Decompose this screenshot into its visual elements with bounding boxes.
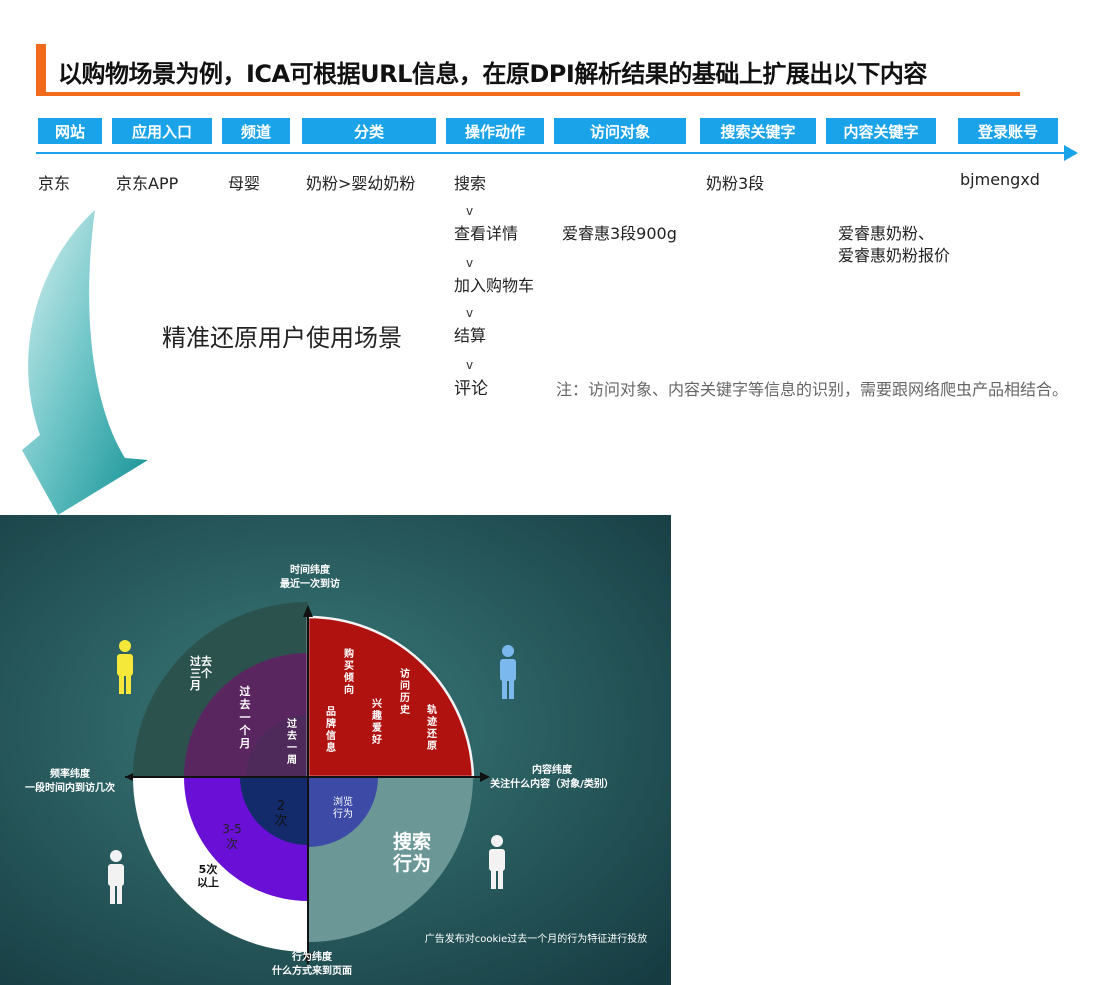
title-underline — [36, 92, 1020, 96]
action-view-detail: 查看详情 — [454, 224, 519, 243]
title-accent-bar — [36, 44, 46, 96]
content-visit-history: 访问历史 — [400, 667, 411, 716]
header-category: 分类 — [302, 118, 436, 144]
action-search: 搜索 — [454, 174, 487, 193]
cell-app: 京东APP — [116, 174, 179, 193]
header-content-keyword: 内容关键字 — [826, 118, 936, 144]
right-axis-sub: 关注什么内容（对象/类别） — [490, 777, 614, 790]
left-axis-title: 频率纬度 — [50, 767, 91, 780]
browse-label: 浏览行为 — [333, 795, 353, 820]
header-action: 操作动作 — [446, 118, 544, 144]
page-title: 以购物场景为例，ICA可根据URL信息，在原DPI解析结果的基础上扩展出以下内容 — [58, 60, 927, 88]
action-review: 评论 — [454, 379, 488, 399]
diagram-caption: 广告发布对cookie过去一个月的行为特征进行投放 — [425, 932, 647, 945]
header-app-entry: 应用入口 — [112, 118, 212, 144]
cell-content-keyword-2: 爱睿惠奶粉报价 — [838, 246, 951, 265]
footnote: 注：访问对象、内容关键字等信息的识别，需要跟网络爬虫产品相结合。 — [556, 380, 1069, 399]
timeline-arrowhead — [1064, 145, 1078, 161]
header-account: 登录账号 — [958, 118, 1058, 144]
action-add-cart: 加入购物车 — [454, 276, 535, 295]
search-label: 搜索行为 — [392, 830, 431, 875]
action-checkout: 结算 — [454, 326, 487, 345]
header-object: 访问对象 — [554, 118, 686, 144]
flow-arrow-2: v — [466, 256, 474, 270]
bottom-axis-sub: 什么方式来到页面 — [272, 964, 352, 977]
flow-arrow-4: v — [466, 358, 474, 372]
cell-search-keyword: 奶粉3段 — [706, 174, 765, 193]
bottom-axis-title: 行为纬度 — [291, 950, 333, 963]
time-inner-label: 过去一周 — [287, 717, 297, 766]
flow-arrow-3: v — [466, 306, 474, 320]
content-purchase-intent: 购买倾向 — [343, 647, 354, 696]
left-axis-sub: 一段时间内到访几次 — [25, 781, 115, 794]
freq-outer-label: 5次以上 — [197, 862, 219, 889]
timeline-axis — [36, 152, 1072, 154]
flow-arrow-1: v — [466, 204, 474, 218]
curved-down-arrow — [22, 210, 148, 515]
time-mid-label: 过去一个月 — [239, 684, 252, 750]
cell-object: 爱睿惠3段900g — [562, 224, 677, 243]
slide-title-bar: 以购物场景为例，ICA可根据URL信息，在原DPI解析结果的基础上扩展出以下内容 — [36, 44, 1020, 96]
user-profile-diagram: 时间纬度 最近一次到访 频率纬度 一段时间内到访几次 内容纬度 关注什么内容（对… — [0, 515, 671, 985]
scene-label: 精准还原用户使用场景 — [162, 324, 402, 352]
cell-content-keyword-1: 爱睿惠奶粉、 — [838, 224, 935, 243]
content-trace-restore: 轨迹还原 — [426, 703, 438, 752]
cell-category: 奶粉>婴幼奶粉 — [306, 174, 416, 193]
header-search-keyword: 搜索关键字 — [700, 118, 816, 144]
top-axis-title: 时间纬度 — [290, 563, 331, 576]
content-interests: 兴趣爱好 — [371, 697, 383, 746]
cell-site: 京东 — [38, 174, 71, 193]
cell-account: bjmengxd — [960, 170, 1040, 189]
cell-channel: 母婴 — [228, 174, 261, 193]
header-site: 网站 — [38, 118, 102, 144]
header-channel: 频道 — [222, 118, 290, 144]
top-axis-sub: 最近一次到访 — [280, 577, 340, 590]
right-axis-title: 内容纬度 — [532, 763, 573, 776]
